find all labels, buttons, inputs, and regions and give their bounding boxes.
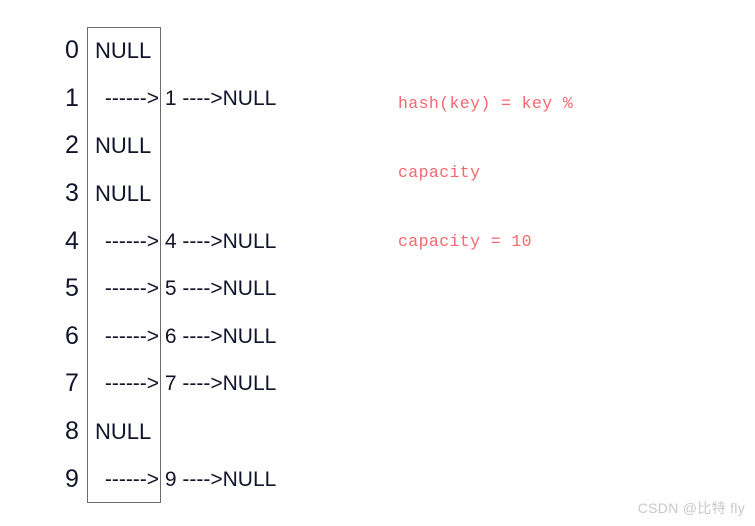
bucket-row: 4 ------> 4 ---->NULL — [0, 217, 400, 265]
bucket-chain-6: ------> 6 ---->NULL — [99, 324, 277, 348]
bucket-row: 8 NULL — [0, 408, 400, 456]
bucket-chain-9: ------> 9 ---->NULL — [99, 467, 277, 491]
bucket-index-0: 0 — [65, 36, 79, 65]
bucket-null-0: NULL — [95, 37, 152, 63]
hash-formula-line-1: hash(key) = key % — [398, 94, 574, 113]
hash-formula-line-3: capacity = 10 — [398, 232, 532, 251]
bucket-index-5: 5 — [65, 274, 79, 303]
bucket-row: 2 NULL — [0, 122, 400, 170]
bucket-chain-1: ------> 1 ---->NULL — [99, 86, 277, 110]
bucket-index-9: 9 — [65, 464, 79, 493]
bucket-row: 5 ------> 5 ---->NULL — [0, 265, 400, 313]
bucket-null-3: NULL — [95, 180, 152, 206]
bucket-row: 3 NULL — [0, 170, 400, 218]
bucket-null-2: NULL — [95, 132, 152, 158]
bucket-index-6: 6 — [65, 321, 79, 350]
bucket-row: 7 ------> 7 ---->NULL — [0, 360, 400, 408]
bucket-row: 9 ------> 9 ---->NULL — [0, 455, 400, 503]
bucket-chain-4: ------> 4 ---->NULL — [99, 229, 277, 253]
bucket-index-1: 1 — [65, 83, 79, 112]
hash-formula-line-2: capacity — [398, 163, 481, 182]
bucket-row: 6 ------> 6 ---->NULL — [0, 313, 400, 361]
csdn-watermark: CSDN @比特 fly — [637, 500, 745, 516]
bucket-index-3: 3 — [65, 179, 79, 208]
bucket-index-2: 2 — [65, 131, 79, 160]
bucket-row: 1 ------> 1 ---->NULL — [0, 75, 400, 123]
bucket-chain-5: ------> 5 ---->NULL — [99, 277, 277, 301]
bucket-index-7: 7 — [65, 369, 79, 398]
bucket-row: 0 NULL — [0, 27, 400, 75]
bucket-index-4: 4 — [65, 226, 79, 255]
hash-formula-annotation: hash(key) = key % capacity capacity = 10 — [398, 46, 698, 276]
bucket-chain-7: ------> 7 ---->NULL — [99, 372, 277, 396]
bucket-index-8: 8 — [65, 417, 79, 446]
hash-table-diagram: 0 NULL 1 ------> 1 ---->NULL 2 NULL 3 NULL 4 --… — [0, 0, 400, 526]
bucket-null-8: NULL — [95, 418, 152, 444]
